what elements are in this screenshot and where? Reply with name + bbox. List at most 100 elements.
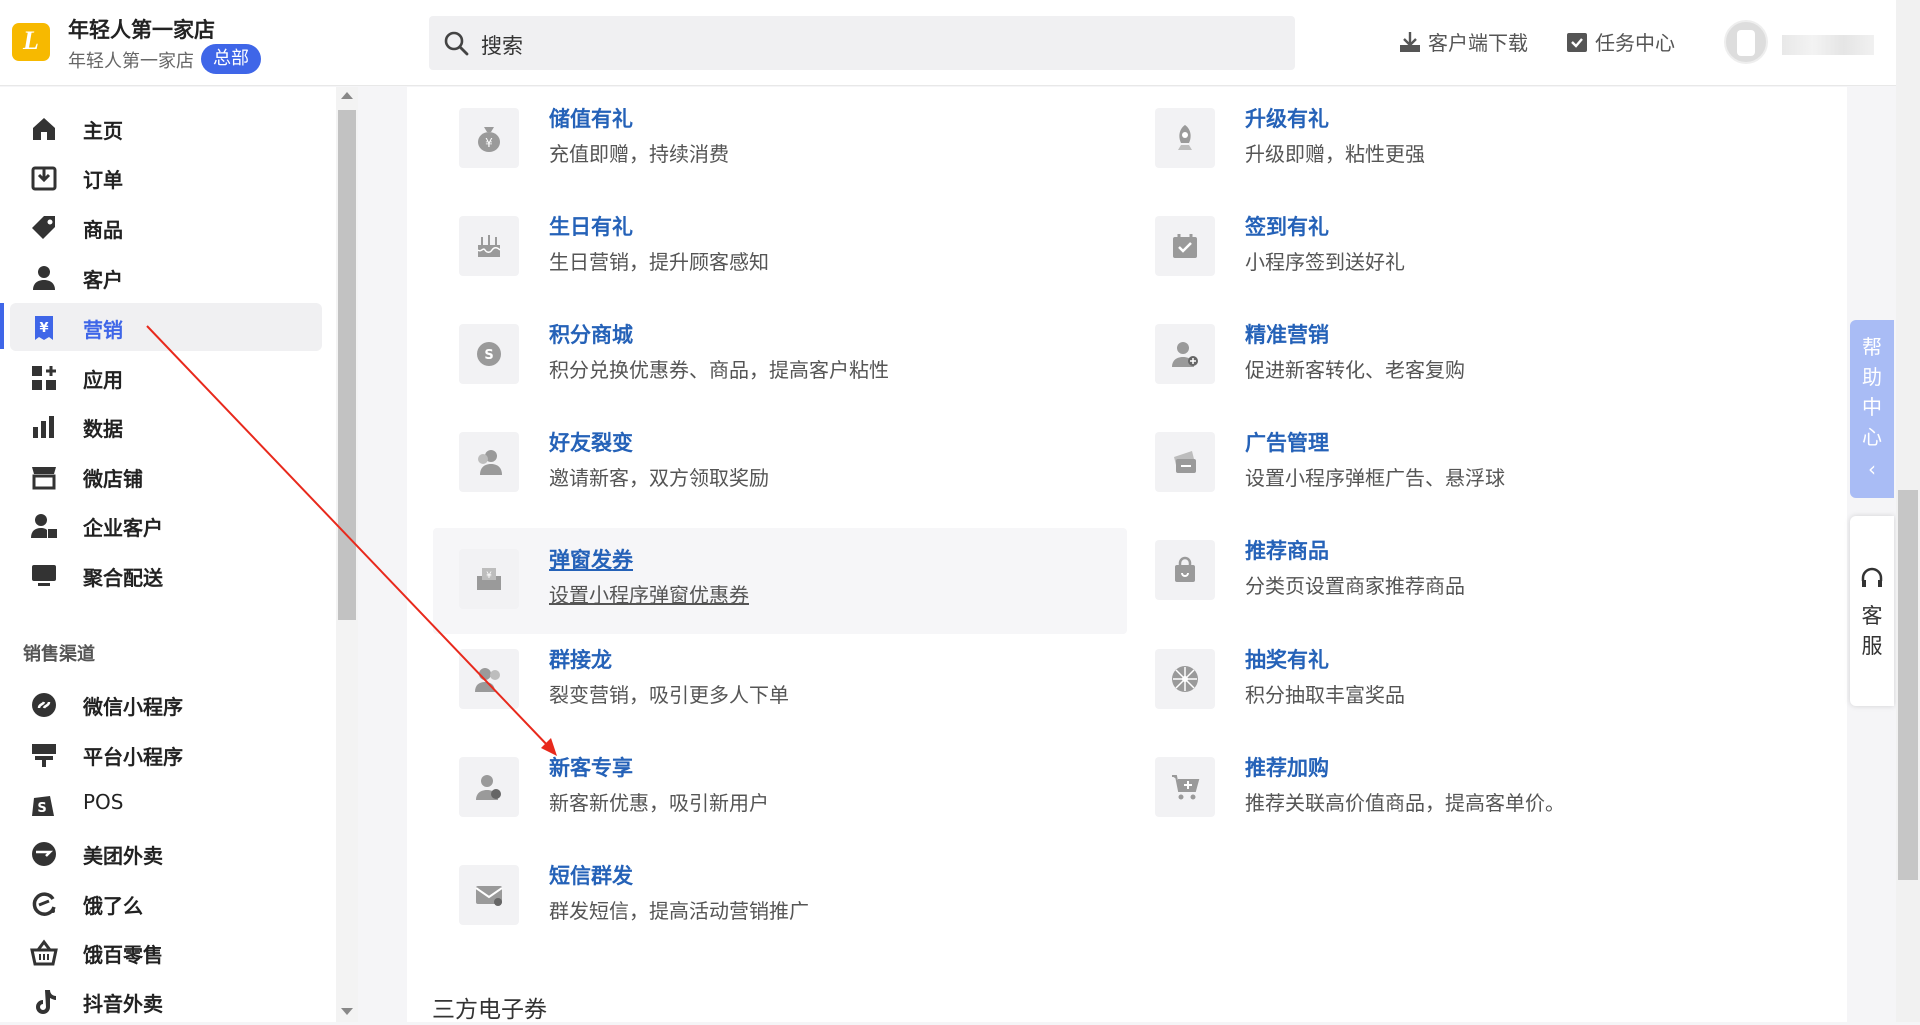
card-title[interactable]: 好友裂变 [549, 427, 633, 457]
data-icon [33, 416, 54, 438]
order-icon [31, 166, 57, 191]
marketing-card-precision[interactable]: 精准营销 促进新客转化、老客复购 [1103, 303, 1803, 409]
card-title[interactable]: 推荐加购 [1245, 752, 1329, 782]
card-desc: 邀请新客，双方领取奖励 [549, 466, 769, 490]
client-download-label: 客户端下载 [1428, 31, 1528, 55]
card-desc: 充值即赠，持续消费 [549, 142, 729, 166]
tag-icon [32, 216, 55, 239]
headset-icon [1861, 567, 1883, 587]
card-title[interactable]: 储值有礼 [549, 103, 633, 133]
card-desc: 积分抽取丰富奖品 [1245, 683, 1405, 707]
card-title[interactable]: 推荐商品 [1245, 535, 1329, 565]
sidebar-item-delivery[interactable]: 聚合配送 [10, 551, 322, 599]
task-center-button[interactable]: 任务中心 [1565, 27, 1675, 56]
svg-text:S: S [37, 801, 46, 816]
marketing-card-sms[interactable]: 短信群发 群发短信，提高活动营销推广 [407, 844, 1107, 950]
card-desc: 小程序签到送好礼 [1245, 250, 1405, 274]
card-desc: 设置小程序弹框广告、悬浮球 [1245, 466, 1505, 490]
sidebar-item-pos[interactable]: S POS [10, 779, 322, 827]
sidebar-item-home[interactable]: 主页 [10, 104, 322, 152]
meituan-icon [32, 842, 56, 866]
card-desc: 分类页设置商家推荐商品 [1245, 574, 1465, 598]
bag-icon [1175, 556, 1195, 582]
marketing-card-stored-value[interactable]: ¥ 储值有礼 充值即赠，持续消费 [407, 87, 1107, 193]
help-center-label: 帮助中心 [1862, 335, 1882, 449]
marketing-card-points-mall[interactable]: S 积分商城 积分兑换优惠券、商品，提高客户粘性 [407, 303, 1107, 409]
user-name[interactable] [1782, 35, 1874, 55]
pos-icon: S [32, 796, 54, 816]
wechat-miniprogram-icon [32, 693, 56, 717]
sidebar-item-products[interactable]: 商品 [10, 203, 322, 251]
ebai-icon [30, 939, 58, 966]
card-title[interactable]: 积分商城 [549, 319, 633, 349]
sidebar-item-ebai[interactable]: 饿百零售 [10, 928, 322, 976]
marketing-card-checkin[interactable]: 签到有礼 小程序签到送好礼 [1103, 195, 1803, 301]
marketing-card-upgrade[interactable]: 升级有礼 升级即赠，粘性更强 [1103, 87, 1803, 193]
sidebar-item-store[interactable]: 微店铺 [10, 452, 322, 500]
sidebar-item-data[interactable]: 数据 [10, 402, 322, 450]
marketing-card-recommend-addon[interactable]: 推荐加购 推荐关联高价值商品，提高客单价。 [1103, 736, 1803, 842]
marketing-card-lottery[interactable]: 抽奖有礼 积分抽取丰富奖品 [1103, 628, 1803, 734]
marketing-card-birthday[interactable]: 生日有礼 生日营销，提升顾客感知 [407, 195, 1107, 301]
sidebar-item-enterprise[interactable]: 企业客户 [10, 501, 322, 549]
user-icon [33, 266, 55, 290]
client-download-button[interactable]: 客户端下载 [1398, 27, 1528, 56]
friends-icon [478, 450, 502, 475]
sidebar-item-customers[interactable]: 客户 [10, 253, 322, 301]
card-desc: 群发短信，提高活动营销推广 [549, 899, 809, 923]
sidebar-item-wechat-miniprogram[interactable]: 微信小程序 [10, 680, 322, 728]
shop-subtitle: 年轻人第一家店 [68, 51, 194, 72]
hq-badge: 总部 [201, 44, 261, 74]
sidebar-scroll-down-icon[interactable] [341, 1008, 353, 1015]
marketing-card-group-chain[interactable]: 群接龙 裂变营销，吸引更多人下单 [407, 628, 1107, 734]
card-desc: 设置小程序弹窗优惠券 [549, 583, 749, 607]
sidebar: 主页 订单 商品 客户 ¥ 营销 应用 数据 微店铺 企业客户 聚合配送 销售渠… [0, 87, 358, 1022]
task-center-label: 任务中心 [1595, 31, 1675, 55]
svg-text:¥: ¥ [486, 571, 492, 581]
sidebar-item-eleme[interactable]: 饿了么 [10, 879, 322, 927]
checkin-icon [1173, 234, 1197, 258]
card-title[interactable]: 广告管理 [1245, 427, 1329, 457]
sidebar-item-platform-miniprogram[interactable]: 平台小程序 [10, 730, 322, 778]
help-center-tab[interactable]: 帮助中心 ‹ [1850, 320, 1894, 498]
sidebar-item-meituan[interactable]: 美团外卖 [10, 829, 322, 877]
marketing-card-ads[interactable]: 广告管理 设置小程序弹框广告、悬浮球 [1103, 411, 1803, 517]
card-desc: 裂变营销，吸引更多人下单 [549, 683, 789, 707]
marketing-card-referral[interactable]: 好友裂变 邀请新客，双方领取奖励 [407, 411, 1107, 517]
card-title[interactable]: 弹窗发券 [549, 544, 633, 574]
marketing-card-popup-coupon[interactable]: ¥ 弹窗发券 设置小程序弹窗优惠券 [433, 528, 1127, 634]
sidebar-item-douyin[interactable]: 抖音外卖 [10, 977, 322, 1025]
search-bar[interactable]: 搜索 [429, 16, 1295, 70]
customer-service-tab[interactable]: 客服 [1850, 516, 1894, 706]
home-icon [33, 118, 55, 140]
card-title[interactable]: 精准营销 [1245, 319, 1329, 349]
marketing-card-recommend-products[interactable]: 推荐商品 分类页设置商家推荐商品 [1103, 519, 1803, 625]
card-desc: 生日营销，提升顾客感知 [549, 250, 769, 274]
search-input[interactable]: 搜索 [481, 30, 523, 60]
card-title[interactable]: 短信群发 [549, 860, 633, 890]
sidebar-scroll-up-icon[interactable] [341, 92, 353, 99]
money-bag-icon: ¥ [478, 127, 500, 152]
popup-coupon-icon: ¥ [477, 568, 501, 590]
card-title[interactable]: 抽奖有礼 [1245, 644, 1329, 674]
sidebar-item-marketing[interactable]: ¥ 营销 [10, 303, 322, 351]
sidebar-item-apps[interactable]: 应用 [10, 353, 322, 401]
delivery-icon [32, 565, 56, 586]
search-icon [444, 31, 469, 56]
card-title[interactable]: 群接龙 [549, 644, 612, 674]
sidebar-scroll-thumb[interactable] [338, 110, 356, 620]
card-title[interactable]: 升级有礼 [1245, 103, 1329, 133]
eleme-icon [32, 892, 56, 916]
app-logo[interactable]: L [12, 23, 50, 61]
card-title[interactable]: 生日有礼 [549, 211, 633, 241]
sidebar-item-orders[interactable]: 订单 [10, 153, 322, 201]
card-title[interactable]: 签到有礼 [1245, 211, 1329, 241]
marketing-card-new-customer[interactable]: 新客专享 新客新优惠，吸引新用户 [407, 736, 1107, 842]
cake-icon [477, 235, 501, 257]
card-title[interactable]: 新客专享 [549, 752, 633, 782]
avatar[interactable] [1724, 20, 1768, 64]
svg-text:¥: ¥ [39, 321, 48, 336]
section-title-third-party-coupons: 三方电子券 [432, 997, 547, 1023]
marketing-panel: ¥ 储值有礼 充值即赠，持续消费 生日有礼 生日营销，提升顾客感知 S 积分商城… [407, 87, 1847, 1022]
page-scroll-thumb[interactable] [1898, 490, 1918, 880]
